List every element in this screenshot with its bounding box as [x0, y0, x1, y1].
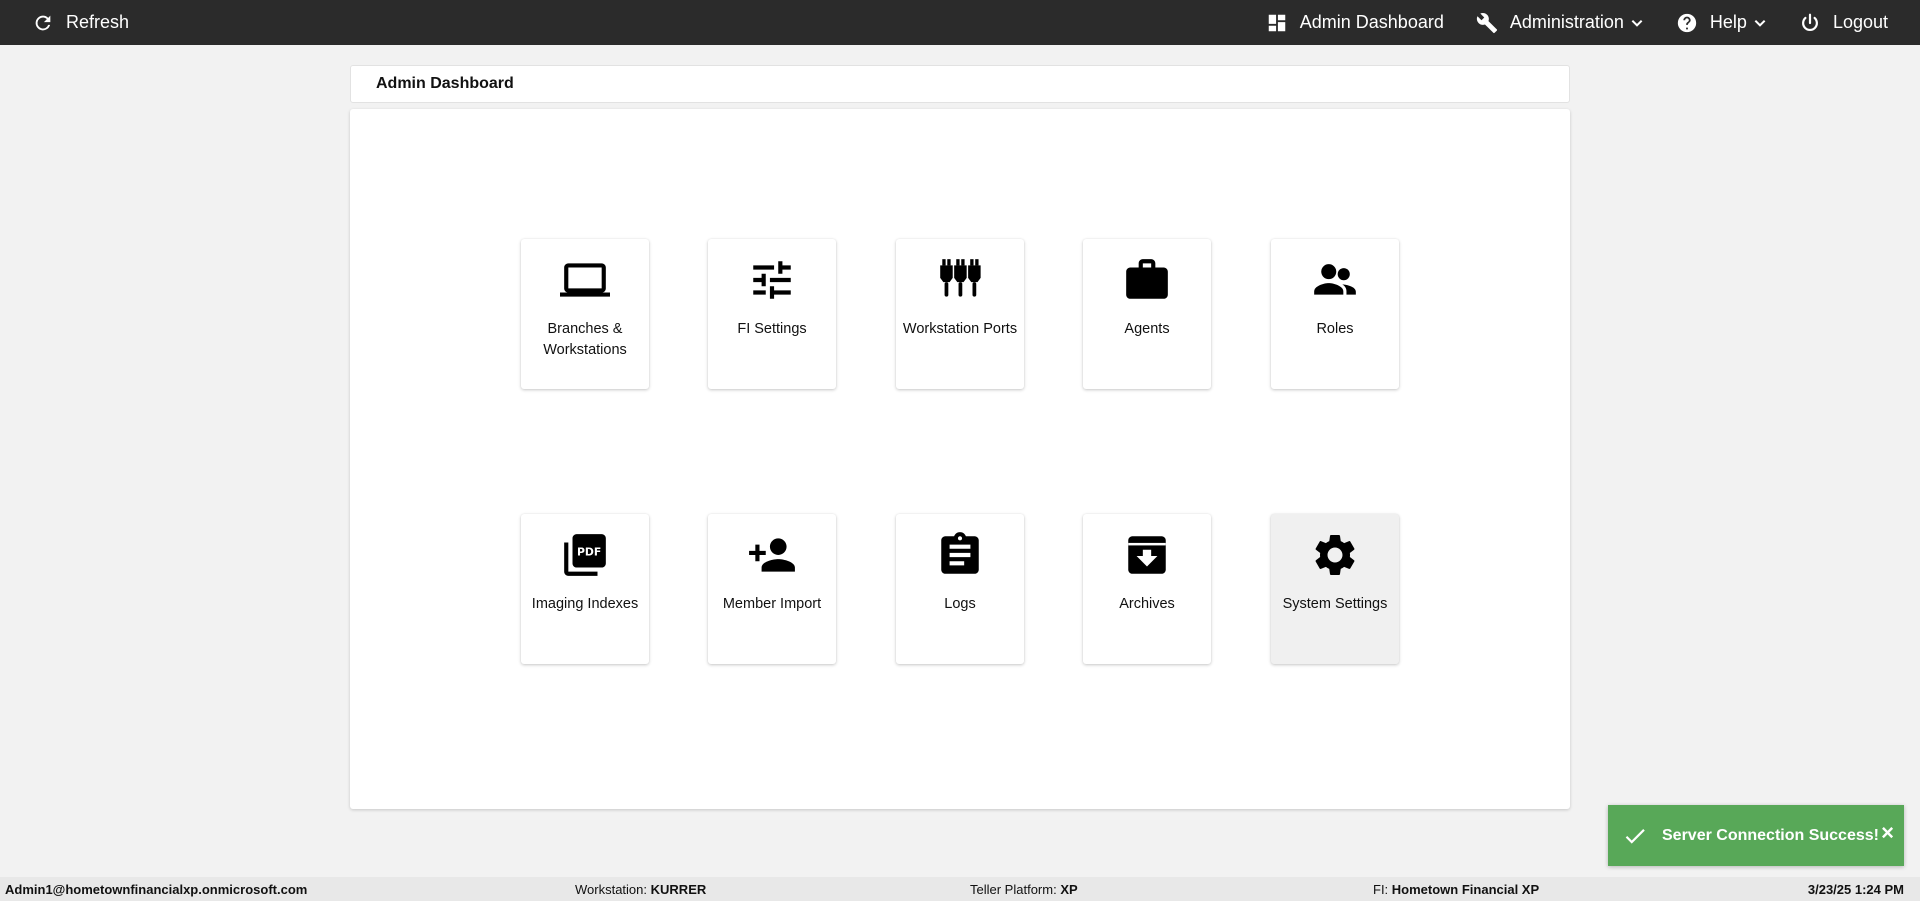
clipboard-icon — [941, 532, 979, 574]
gear-icon — [1315, 535, 1355, 575]
power-icon — [1801, 13, 1818, 31]
success-toast: Server Connection Success! × — [1608, 805, 1904, 866]
refresh-label: Refresh — [66, 12, 130, 32]
refresh-button[interactable]: Refresh — [32, 0, 129, 45]
tile-label: Member Import — [722, 596, 822, 612]
toast-close-button[interactable]: × — [1881, 820, 1894, 846]
status-datetime: 3/23/25 1:24 PM — [1808, 882, 1904, 897]
tile-label: Branches & Workstations — [543, 321, 627, 358]
workstation-label: Workstation: — [575, 882, 648, 897]
user-email: Admin1@hometownfinancialxp.onmicrosoft.c… — [5, 882, 308, 897]
tile-label: System Settings — [1282, 596, 1388, 612]
status-bar: Admin1@hometownfinancialxp.onmicrosoft.c… — [0, 877, 1920, 901]
logout-label: Logout — [1832, 12, 1888, 32]
tile-agents[interactable]: Agents — [1083, 239, 1211, 389]
tile-label: Agents — [1124, 321, 1170, 337]
page-title-card: Admin Dashboard — [350, 65, 1570, 103]
tile-logs[interactable]: Logs — [896, 514, 1024, 664]
tile-fi-settings[interactable]: FI Settings — [708, 239, 836, 389]
right-navigation: Admin Dashboard Administration Help Logo… — [1234, 0, 1888, 45]
tile-label: Roles — [1316, 321, 1354, 337]
tile-roles[interactable]: Roles — [1271, 239, 1399, 389]
datetime-value: 3/23/25 1:24 PM — [1807, 882, 1904, 897]
help-icon — [1677, 13, 1697, 32]
administration-menu[interactable]: Administration — [1476, 0, 1644, 45]
check-icon — [1625, 828, 1645, 844]
tile-workstation-ports[interactable]: Workstation Ports — [896, 239, 1024, 389]
tile-label: Imaging Indexes — [531, 596, 639, 612]
tile-label: FI Settings — [737, 321, 807, 337]
platform-value: XP — [1060, 882, 1078, 897]
sliders-icon — [753, 261, 791, 299]
tile-label: Logs — [944, 596, 976, 612]
help-label: Help — [1709, 12, 1747, 32]
tile-label: Archives — [1119, 596, 1175, 612]
tile-member-import[interactable]: Member Import — [708, 514, 836, 664]
chevron-down-icon — [1631, 19, 1643, 27]
administration-label: Administration — [1509, 12, 1624, 32]
toast-message: Server Connection Success! — [1662, 826, 1879, 844]
status-fi: FI: Hometown Financial XP — [1373, 882, 1539, 897]
people-icon — [1314, 264, 1356, 295]
svg-text:PDF: PDF — [577, 545, 601, 558]
page-title: Admin Dashboard — [376, 75, 514, 92]
fi-value: Hometown Financial XP — [1391, 882, 1540, 897]
fi-label: FI: — [1373, 882, 1389, 897]
archive-icon — [1128, 536, 1166, 574]
wrench-icon — [1476, 12, 1497, 33]
pdf-icon: PDF — [564, 534, 606, 576]
tile-system-settings[interactable]: System Settings — [1271, 514, 1399, 664]
help-menu[interactable]: Help — [1676, 0, 1767, 45]
status-platform: Teller Platform: XP — [970, 882, 1078, 897]
admin-dashboard-label: Admin Dashboard — [1299, 12, 1444, 32]
tile-archives[interactable]: Archives — [1083, 514, 1211, 664]
person-add-icon — [749, 538, 795, 572]
logout-button[interactable]: Logout — [1799, 0, 1888, 45]
status-user: Admin1@hometownfinancialxp.onmicrosoft.c… — [5, 882, 307, 897]
tile-branches-workstations[interactable]: Branches & Workstations — [521, 239, 649, 389]
status-workstation: Workstation: KURRER — [575, 882, 706, 897]
platform-label: Teller Platform: — [970, 882, 1057, 897]
briefcase-icon — [1126, 259, 1168, 299]
admin-dashboard-link[interactable]: Admin Dashboard — [1266, 0, 1444, 45]
ports-icon — [940, 259, 981, 297]
dashboard-icon — [1268, 14, 1286, 31]
workstation-value: KURRER — [650, 882, 707, 897]
tile-imaging-indexes[interactable]: PDF Imaging Indexes — [521, 514, 649, 664]
top-navigation-bar: Refresh Admin Dashboard Administration H… — [0, 0, 1920, 45]
chevron-down-icon — [1754, 19, 1766, 27]
dashboard-panel: Branches & Workstations FI Settings Work… — [350, 109, 1570, 809]
refresh-icon — [35, 15, 51, 30]
tile-label: Workstation Ports — [902, 321, 1018, 337]
laptop-icon — [560, 263, 610, 297]
